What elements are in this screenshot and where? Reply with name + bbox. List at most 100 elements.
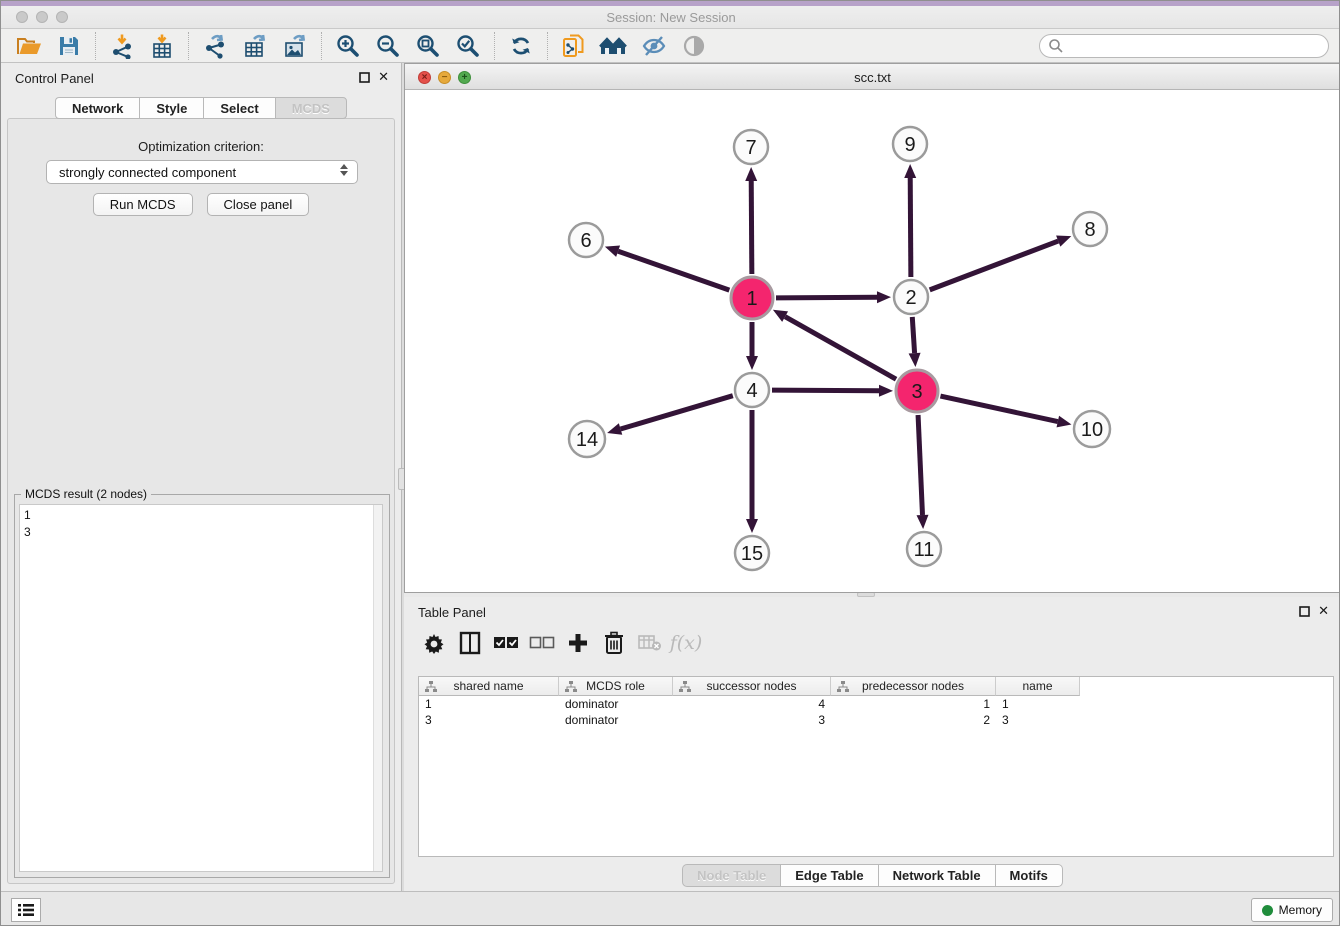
column-header-predecessor-nodes[interactable]: predecessor nodes bbox=[831, 677, 996, 696]
tab-mcds[interactable]: MCDS bbox=[275, 97, 347, 119]
svg-text:11: 11 bbox=[914, 539, 935, 561]
edge-1-7[interactable] bbox=[745, 167, 757, 274]
toolbar-separator bbox=[494, 32, 495, 60]
arrowhead-icon bbox=[1056, 235, 1071, 246]
svg-text:7: 7 bbox=[745, 137, 756, 159]
toolbar-separator bbox=[321, 32, 322, 60]
network-view-window: × − + scc.txt 1 2 3 4 6 7 8 9 10 11 14 15 bbox=[404, 63, 1340, 593]
table-row[interactable]: 1dominator411 bbox=[419, 696, 1333, 712]
cell-predecessor-nodes: 1 bbox=[831, 696, 996, 712]
edge-4-15[interactable] bbox=[746, 410, 758, 533]
memory-label: Memory bbox=[1279, 903, 1322, 917]
network-window-title: scc.txt bbox=[405, 70, 1340, 85]
tab-network[interactable]: Network bbox=[55, 97, 139, 119]
svg-text:1: 1 bbox=[746, 288, 757, 310]
tab-style[interactable]: Style bbox=[139, 97, 203, 119]
add-column-icon[interactable] bbox=[562, 628, 594, 658]
mcds-result-list[interactable]: 13 bbox=[19, 504, 383, 872]
import-table-icon[interactable] bbox=[147, 32, 177, 60]
result-scrollbar[interactable] bbox=[373, 505, 382, 871]
tab-motifs[interactable]: Motifs bbox=[995, 864, 1063, 887]
column-selector-icon[interactable] bbox=[454, 628, 486, 658]
node-6[interactable]: 6 bbox=[569, 223, 603, 257]
edge-1-4[interactable] bbox=[746, 322, 758, 370]
tab-node-table[interactable]: Node Table bbox=[682, 864, 780, 887]
table-panel-tabs: Node TableEdge TableNetwork TableMotifs bbox=[404, 864, 1340, 887]
hide-graphics-details-icon[interactable] bbox=[639, 32, 669, 60]
zoom-fit-icon[interactable] bbox=[413, 32, 443, 60]
cell-successor-nodes: 4 bbox=[673, 696, 831, 712]
toolbar-separator bbox=[188, 32, 189, 60]
memory-button[interactable]: Memory bbox=[1251, 898, 1333, 922]
edge-4-14[interactable] bbox=[607, 396, 733, 435]
edge-1-6[interactable] bbox=[605, 246, 729, 291]
select-all-rows-icon[interactable] bbox=[490, 628, 522, 658]
edge-1-2[interactable] bbox=[776, 291, 891, 303]
column-header-name[interactable]: name bbox=[996, 677, 1080, 696]
close-table-panel-icon[interactable]: ✕ bbox=[1318, 605, 1329, 617]
node-7[interactable]: 7 bbox=[734, 130, 768, 164]
node-9[interactable]: 9 bbox=[893, 127, 927, 161]
node-11[interactable]: 11 bbox=[907, 532, 941, 566]
column-header-successor-nodes[interactable]: successor nodes bbox=[673, 677, 831, 696]
edge-3-1[interactable] bbox=[773, 310, 896, 379]
edge-2-3[interactable] bbox=[909, 317, 921, 367]
edge-2-8[interactable] bbox=[930, 235, 1072, 289]
refresh-layout-icon[interactable] bbox=[506, 32, 536, 60]
export-image-icon[interactable] bbox=[280, 32, 310, 60]
cell-successor-nodes: 3 bbox=[673, 712, 831, 728]
export-network-icon[interactable] bbox=[200, 32, 230, 60]
tab-edge-table[interactable]: Edge Table bbox=[780, 864, 877, 887]
search-input[interactable] bbox=[1064, 36, 1328, 56]
arrowhead-icon bbox=[607, 423, 622, 435]
search-icon bbox=[1048, 38, 1064, 54]
edge-3-10[interactable] bbox=[940, 396, 1071, 427]
export-table-icon[interactable] bbox=[240, 32, 270, 60]
tab-select[interactable]: Select bbox=[203, 97, 274, 119]
task-history-button[interactable] bbox=[11, 898, 41, 922]
table-row[interactable]: 3dominator323 bbox=[419, 712, 1333, 728]
node-10[interactable]: 10 bbox=[1074, 411, 1110, 447]
float-table-panel-icon[interactable] bbox=[1299, 606, 1310, 617]
edge-4-3[interactable] bbox=[772, 385, 893, 397]
node-2[interactable]: 2 bbox=[894, 280, 928, 314]
node-1[interactable]: 1 bbox=[731, 277, 773, 319]
deselect-all-rows-icon[interactable] bbox=[526, 628, 558, 658]
node-15[interactable]: 15 bbox=[735, 536, 769, 570]
network-window-title-bar[interactable]: × − + scc.txt bbox=[405, 64, 1340, 90]
import-network-icon[interactable] bbox=[107, 32, 137, 60]
zoom-out-icon[interactable] bbox=[373, 32, 403, 60]
delete-column-icon[interactable] bbox=[598, 628, 630, 658]
clone-network-icon[interactable] bbox=[559, 32, 589, 60]
column-header-shared-name[interactable]: shared name bbox=[419, 677, 559, 696]
criterion-select[interactable]: strongly connected component bbox=[46, 160, 358, 184]
edge-2-9[interactable] bbox=[904, 164, 916, 277]
float-panel-icon[interactable] bbox=[359, 72, 370, 83]
function-builder-icon: f(x) bbox=[670, 628, 702, 658]
close-panel-icon[interactable]: ✕ bbox=[378, 71, 389, 83]
first-neighbors-icon[interactable] bbox=[599, 32, 629, 60]
node-14[interactable]: 14 bbox=[569, 421, 605, 457]
close-panel-button[interactable]: Close panel bbox=[207, 193, 310, 216]
column-header-MCDS-role[interactable]: MCDS role bbox=[559, 677, 673, 696]
cell-shared-name: 1 bbox=[419, 696, 559, 712]
zoom-selected-icon[interactable] bbox=[453, 32, 483, 60]
network-canvas[interactable]: 1 2 3 4 6 7 8 9 10 11 14 15 bbox=[405, 90, 1340, 592]
application-window: Session: New Session bbox=[0, 0, 1340, 926]
run-mcds-button[interactable]: Run MCDS bbox=[93, 193, 193, 216]
node-3[interactable]: 3 bbox=[896, 370, 938, 412]
node-8[interactable]: 8 bbox=[1073, 212, 1107, 246]
tab-network-table[interactable]: Network Table bbox=[878, 864, 995, 887]
node-table[interactable]: shared nameMCDS rolesuccessor nodesprede… bbox=[418, 676, 1334, 857]
node-4[interactable]: 4 bbox=[735, 373, 769, 407]
cell-name: 1 bbox=[996, 696, 1080, 712]
svg-text:3: 3 bbox=[911, 381, 922, 403]
edge-3-11[interactable] bbox=[917, 415, 929, 529]
cell-MCDS-role: dominator bbox=[559, 696, 673, 712]
save-session-icon[interactable] bbox=[54, 32, 84, 60]
network-graph: 1 2 3 4 6 7 8 9 10 11 14 15 bbox=[405, 90, 1340, 592]
open-session-icon[interactable] bbox=[14, 32, 44, 60]
arrowhead-icon bbox=[746, 519, 758, 533]
settings-gear-icon[interactable] bbox=[418, 628, 450, 658]
zoom-in-icon[interactable] bbox=[333, 32, 363, 60]
